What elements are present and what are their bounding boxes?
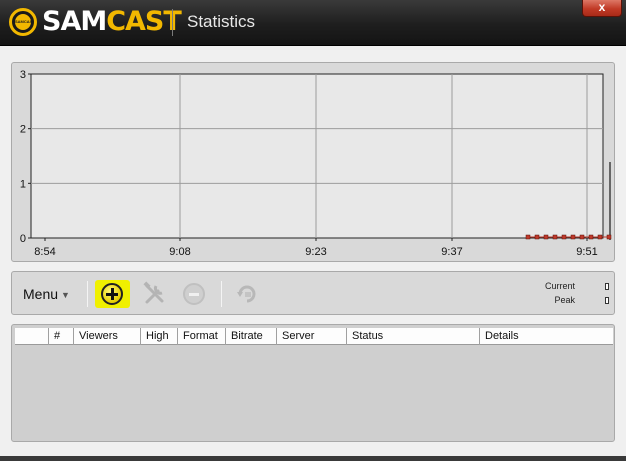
toolbar: Menu ▼ Current Peak: [11, 271, 615, 315]
data-point: [534, 234, 540, 240]
data-point: [588, 234, 594, 240]
title-bar: SAMCAST SAMCAST Statistics x: [0, 0, 626, 46]
y-tick-label: 1: [20, 178, 26, 190]
tools-icon: [143, 281, 164, 304]
column-header[interactable]: Server: [277, 328, 347, 345]
data-point: [525, 234, 531, 240]
data-point: [579, 234, 585, 240]
brand-prefix: SAM: [42, 6, 107, 37]
data-point: [597, 234, 603, 240]
column-header[interactable]: Status: [347, 328, 480, 345]
y-tick-label: 0: [20, 233, 26, 245]
samcast-logo-icon: SAMCAST: [9, 8, 37, 36]
legend-current-label: Current: [544, 281, 575, 291]
remove-circle-icon: [183, 283, 205, 305]
tools-button[interactable]: [141, 280, 169, 308]
legend-peak-label: Peak: [554, 295, 575, 305]
statistics-chart-panel: 0 1 2 3 8:54 9:08 9:23 9:37 9:51: [11, 62, 615, 262]
data-point: [570, 234, 576, 240]
window-title: Statistics: [187, 12, 256, 31]
close-icon: x: [598, 0, 606, 14]
column-header[interactable]: [15, 328, 49, 345]
data-point: [561, 234, 567, 240]
chart-scroll-indicator: [609, 162, 611, 240]
remove-button[interactable]: [181, 280, 209, 308]
window-bottom-edge: [0, 456, 626, 461]
column-header[interactable]: High: [141, 328, 178, 345]
menu-label: Menu: [23, 286, 59, 302]
refresh-icon: [237, 285, 256, 303]
x-tick-label: 9:23: [305, 246, 326, 258]
table-header: # Viewers High Format Bitrate Server Status Det…: [15, 328, 613, 345]
x-tick-label: 8:54: [34, 246, 55, 258]
menu-button[interactable]: Menu ▼: [23, 285, 70, 304]
column-header[interactable]: Details: [480, 328, 613, 345]
x-tick-label: 9:51: [576, 246, 597, 258]
refresh-button[interactable]: [233, 280, 261, 308]
x-tick-label: 9:37: [441, 246, 462, 258]
y-tick-label: 3: [20, 69, 26, 81]
logo-text: SAMCAST: [15, 14, 31, 30]
column-header[interactable]: Format: [178, 328, 226, 345]
close-button[interactable]: x: [582, 0, 622, 17]
chevron-down-icon: ▼: [61, 290, 70, 300]
add-button[interactable]: [95, 280, 130, 308]
statistics-chart: 0 1 2 3 8:54 9:08 9:23 9:37 9:51: [20, 69, 612, 258]
data-point: [543, 234, 549, 240]
y-tick-label: 2: [20, 124, 26, 136]
add-circle-icon: [101, 283, 123, 305]
legend-current-swatch: [605, 283, 609, 290]
title-separator: [172, 9, 173, 36]
brand-name: SAMCAST: [42, 6, 182, 38]
data-point: [552, 234, 558, 240]
data-point: [606, 234, 612, 240]
listeners-table-panel: # Viewers High Format Bitrate Server Status Det…: [11, 324, 615, 442]
legend-peak-swatch: [605, 297, 609, 304]
column-header[interactable]: Bitrate: [226, 328, 277, 345]
toolbar-separator: [87, 281, 88, 307]
column-header[interactable]: Viewers: [74, 328, 141, 345]
toolbar-separator: [221, 281, 222, 307]
plot-area: [30, 73, 604, 239]
column-header[interactable]: #: [49, 328, 74, 345]
x-tick-label: 9:08: [169, 246, 190, 258]
brand-suffix: CAST: [106, 6, 182, 37]
